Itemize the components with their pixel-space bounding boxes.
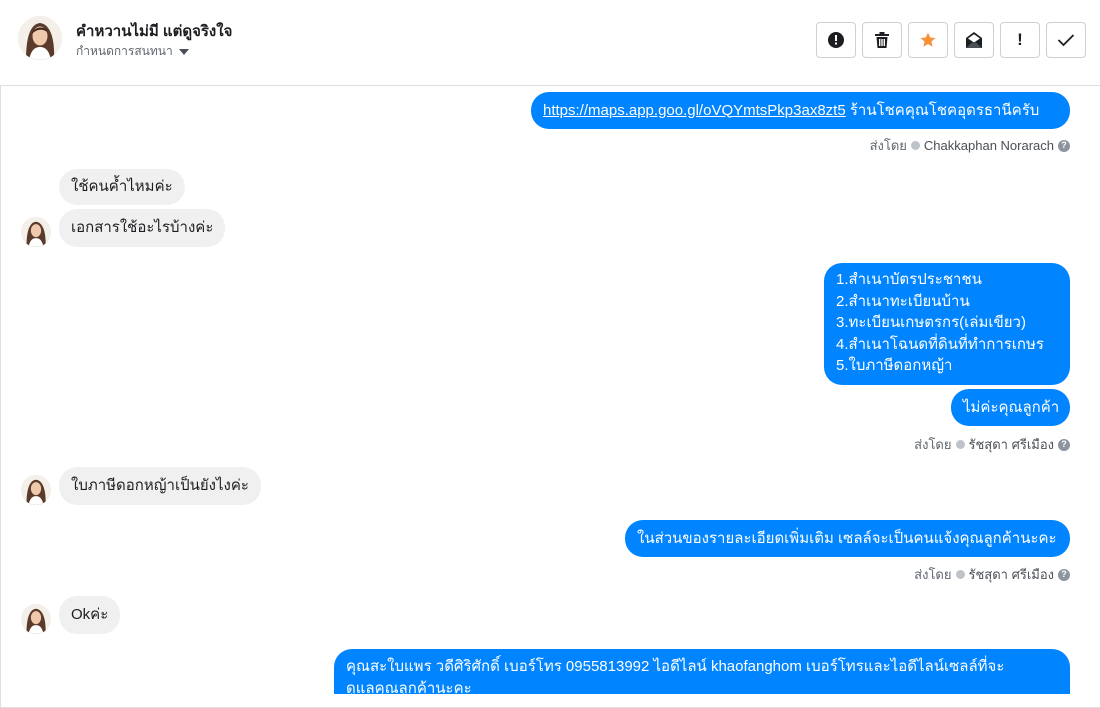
message-list[interactable]: https://maps.app.goo.gl/oVQYmtsPkp3ax8zt… — [0, 86, 1100, 694]
outgoing-message[interactable]: คุณสะใบแพร วดีศิริศักดิ์ เบอร์โทร 095581… — [334, 649, 1070, 694]
sent-by-label: ส่งโดย — [914, 437, 952, 452]
outgoing-message[interactable]: 1.สำเนาบัตรประชาชน 2.สำเนาทะเบียนบ้าน 3.… — [824, 263, 1070, 385]
toolbar: ! — [816, 22, 1086, 58]
message-text: ไม่ค่ะคุณลูกค้า — [963, 398, 1060, 416]
message-text: คุณสะใบแพร วดีศิริศักดิ์ เบอร์โทร 095581… — [346, 658, 1005, 675]
sender-avatar-icon — [910, 141, 920, 150]
message-text: ใบภาษีดอกหญ้าเป็นยังไงค่ะ — [71, 477, 249, 494]
outgoing-message[interactable]: ไม่ค่ะคุณลูกค้า — [951, 389, 1070, 426]
message-text: ใช้คนค้ำไหมค่ะ — [71, 178, 173, 195]
message-text: ในส่วนของรายละเอียดเพิ่มเติม เซลล์จะเป็น… — [637, 529, 1057, 547]
document-item: 5.ใบภาษีดอกหญ้า — [836, 357, 953, 374]
sent-by-label: ส่งโดย — [914, 567, 952, 582]
document-item: 2.สำเนาทะเบียนบ้าน — [836, 292, 970, 310]
sent-by-meta: ส่งโดย รัชสุดา ศรีเมือง ? — [914, 564, 1070, 585]
exclamation-icon: ! — [1017, 30, 1023, 49]
sender-name[interactable]: รัชสุดา ศรีเมือง — [969, 434, 1055, 455]
sender-name[interactable]: รัชสุดา ศรีเมือง — [969, 564, 1055, 585]
contact-name: คำหวานไม่มี แต่ดูจริงใจ — [76, 23, 233, 40]
contact-avatar[interactable] — [21, 475, 51, 505]
sent-by-meta: ส่งโดย Chakkaphan Norarach ? — [870, 135, 1070, 156]
sender-avatar-icon — [955, 570, 965, 579]
mark-unread-button[interactable] — [954, 22, 994, 58]
message-text: ดูแลคุณลูกค้านะคะ — [346, 679, 472, 695]
mark-unread-icon — [966, 32, 982, 48]
conversation-header: คำหวานไม่มี แต่ดูจริงใจ กำหนดการสนทนา ! — [0, 0, 1100, 86]
report-button[interactable] — [816, 22, 856, 58]
contact-avatar[interactable] — [18, 16, 62, 60]
help-icon[interactable]: ? — [1058, 139, 1070, 152]
incoming-message[interactable]: Okค่ะ — [59, 596, 121, 634]
outgoing-message[interactable]: https://maps.app.goo.gl/oVQYmtsPkp3ax8zt… — [531, 92, 1070, 129]
message-text: ร้านโชคคุณโชคอุดรธานีครับ — [845, 101, 1040, 119]
incoming-message[interactable]: ใบภาษีดอกหญ้าเป็นยังไงค่ะ — [59, 467, 261, 505]
incoming-message[interactable]: เอกสารใช้อะไรบ้างค่ะ — [59, 209, 226, 247]
document-item: 1.สำเนาบัตรประชาชน — [836, 271, 982, 288]
delete-button[interactable] — [862, 22, 902, 58]
sender-name[interactable]: Chakkaphan Norarach — [924, 138, 1054, 153]
report-icon — [828, 32, 844, 48]
conversation-options[interactable]: กำหนดการสนทนา — [76, 42, 189, 61]
document-item: 3.ทะเบียนเกษตรกร(เล่มเขียว) — [836, 314, 1026, 331]
sent-by-meta: ส่งโดย รัชสุดา ศรีเมือง ? — [914, 434, 1070, 455]
help-icon[interactable]: ? — [1058, 438, 1070, 451]
checkmark-icon — [1057, 34, 1075, 47]
star-icon — [920, 32, 936, 47]
contact-avatar[interactable] — [21, 604, 51, 634]
mark-important-button[interactable]: ! — [1000, 22, 1040, 58]
trash-icon — [875, 32, 889, 48]
contact-avatar[interactable] — [21, 217, 51, 247]
mark-done-button[interactable] — [1046, 22, 1086, 58]
map-link[interactable]: https://maps.app.goo.gl/oVQYmtsPkp3ax8zt… — [543, 102, 846, 119]
conversation-options-label: กำหนดการสนทนา — [76, 44, 173, 58]
help-icon[interactable]: ? — [1058, 568, 1070, 581]
sender-avatar-icon — [955, 440, 965, 449]
caret-down-icon — [178, 48, 189, 55]
message-text: เอกสารใช้อะไรบ้างค่ะ — [71, 219, 214, 236]
document-item: 4.สำเนาโฉนดที่ดินที่ทำการเกษร — [836, 335, 1044, 353]
star-button[interactable] — [908, 22, 948, 58]
outgoing-message[interactable]: ในส่วนของรายละเอียดเพิ่มเติม เซลล์จะเป็น… — [625, 520, 1070, 557]
incoming-message[interactable]: ใช้คนค้ำไหมค่ะ — [59, 169, 185, 205]
sent-by-label: ส่งโดย — [869, 138, 907, 153]
message-text: Okค่ะ — [71, 606, 109, 623]
